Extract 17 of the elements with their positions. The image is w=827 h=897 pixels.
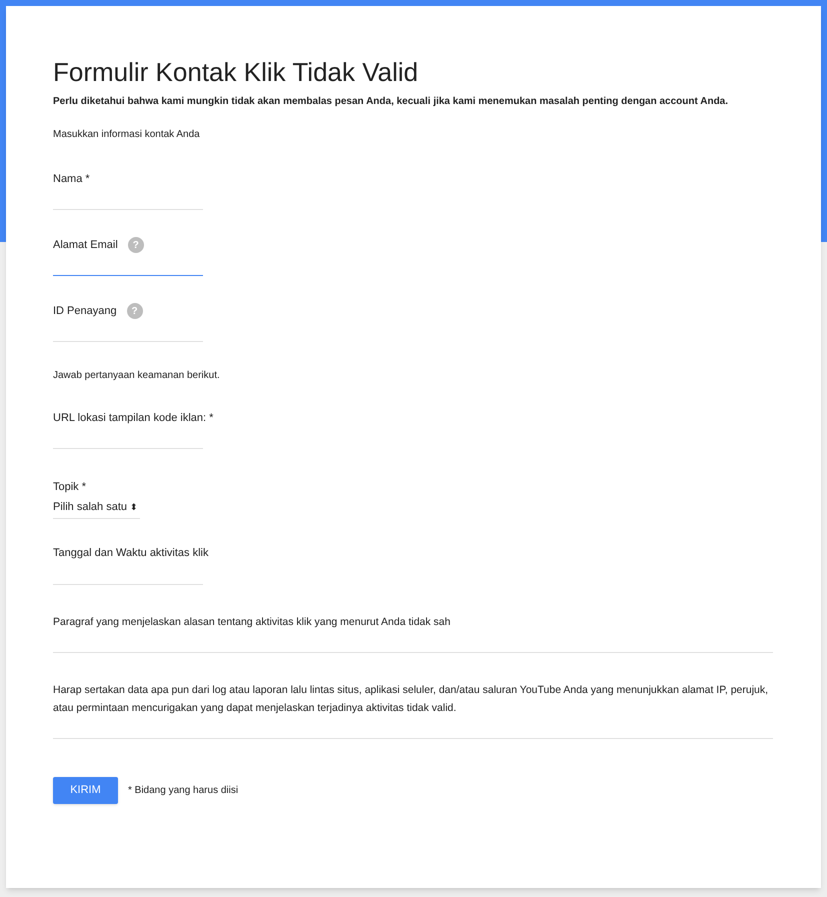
notice-text: Perlu diketahui bahwa kami mungkin tidak akan membalas pesan Anda, kecuali jika kami menemukan masalah penting dengan account Anda. xyxy=(53,95,730,109)
section-note: Masukkan informasi kontak Anda xyxy=(53,128,201,142)
field-label: URL lokasi tampilan kode iklan: * xyxy=(53,410,214,426)
form-title: Formulir Kontak Klik Tidak Valid xyxy=(53,56,420,88)
help-icon[interactable]: ? xyxy=(128,237,144,253)
section-note: Jawab pertanyaan keamanan berikut. xyxy=(53,369,221,383)
required-note: * Bidang yang harus diisi xyxy=(128,784,238,798)
field-label: Paragraf yang menjelaskan alasan tentang aktivitas klik yang menurut Anda tidak sah xyxy=(53,614,452,630)
field-label: Alamat Email xyxy=(53,238,118,253)
topic-select[interactable]: Pilih salah satu ⬍ xyxy=(53,499,140,518)
field-label: Topik * xyxy=(53,480,88,495)
help-icon[interactable]: ? xyxy=(126,303,143,319)
field-label: Nama * xyxy=(53,172,90,187)
field-label: Harap sertakan data apa pun dari log atau laporan lalu lintas situs, aplikasi seluler, dan/atau saluran YouTube Anda yang menunjukkan alamat IP, perujuk, atau permintaan mencurigakan yang dapat menjelaskan terjadinya aktivitas tidak valid. xyxy=(53,682,770,716)
field-label: ID Penayang xyxy=(53,304,117,319)
submit-button[interactable]: KIRIM xyxy=(53,776,118,804)
field-label: Tanggal dan Waktu aktivitas klik xyxy=(53,546,208,562)
